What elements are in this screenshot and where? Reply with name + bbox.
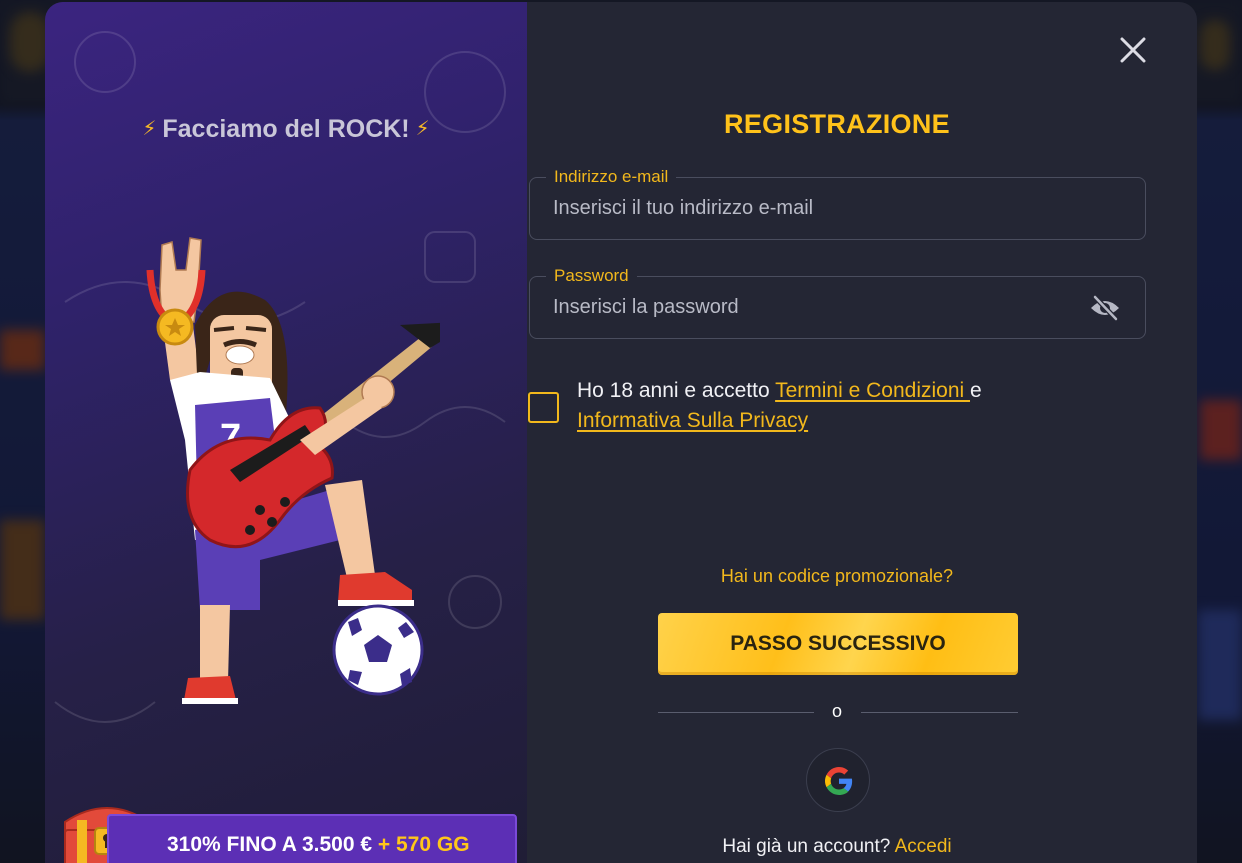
email-input[interactable] xyxy=(553,178,1073,239)
bonus-extra-text: + 570 GG xyxy=(377,833,470,856)
consent-text: Ho 18 anni e accetto Termini e Condizion… xyxy=(577,376,1137,436)
google-icon xyxy=(825,767,853,795)
lightning-bolt-icon: ⚡ xyxy=(142,118,157,140)
form-title: REGISTRAZIONE xyxy=(724,109,950,139)
tagline: ⚡ Facciamo del ROCK! ⚡ xyxy=(45,115,527,144)
google-signin-button[interactable] xyxy=(806,748,870,812)
password-input[interactable] xyxy=(553,277,1073,338)
bonus-banner[interactable]: 310% FINO A 3.500 € + 570 GG xyxy=(107,814,517,863)
privacy-link[interactable]: Informativa Sulla Privacy xyxy=(577,409,808,432)
divider-or-text: o xyxy=(831,701,842,721)
age-terms-checkbox[interactable] xyxy=(528,392,559,423)
divider-right xyxy=(861,712,1018,713)
rock-footballer-illustration: 7 xyxy=(146,237,440,704)
login-link[interactable]: Accedi xyxy=(895,836,952,857)
email-field-container: Indirizzo e-mail xyxy=(529,167,1146,240)
divider-left xyxy=(658,712,814,713)
promo-panel: ⚡ Facciamo del ROCK! ⚡ 7 310% FINO A 3.5… xyxy=(45,2,527,863)
terms-link[interactable]: Termini e Condizioni xyxy=(775,379,970,402)
tagline-text: Facciamo del ROCK! xyxy=(162,115,410,143)
lightning-bolt-icon: ⚡ xyxy=(415,118,430,140)
next-step-button[interactable]: PASSO SUCCESSIVO xyxy=(658,613,1018,675)
promo-code-link[interactable]: Hai un codice promozionale? xyxy=(529,566,1145,587)
bonus-text: 310% FINO A 3.500 € + 570 GG xyxy=(167,833,470,857)
eye-slash-icon[interactable] xyxy=(1089,294,1121,322)
registration-modal: ⚡ Facciamo del ROCK! ⚡ 7 310% FINO A 3.5… xyxy=(45,2,1197,863)
bonus-main-text: 310% FINO A 3.500 € xyxy=(167,833,373,856)
password-field-container: Password xyxy=(529,266,1146,339)
close-icon[interactable] xyxy=(1118,35,1148,65)
consent-middle: e xyxy=(970,379,982,402)
login-prompt: Hai già un account? Accedi xyxy=(529,836,1145,858)
login-prompt-text: Hai già un account? xyxy=(722,836,891,857)
consent-prefix: Ho 18 anni e accetto xyxy=(577,379,776,402)
